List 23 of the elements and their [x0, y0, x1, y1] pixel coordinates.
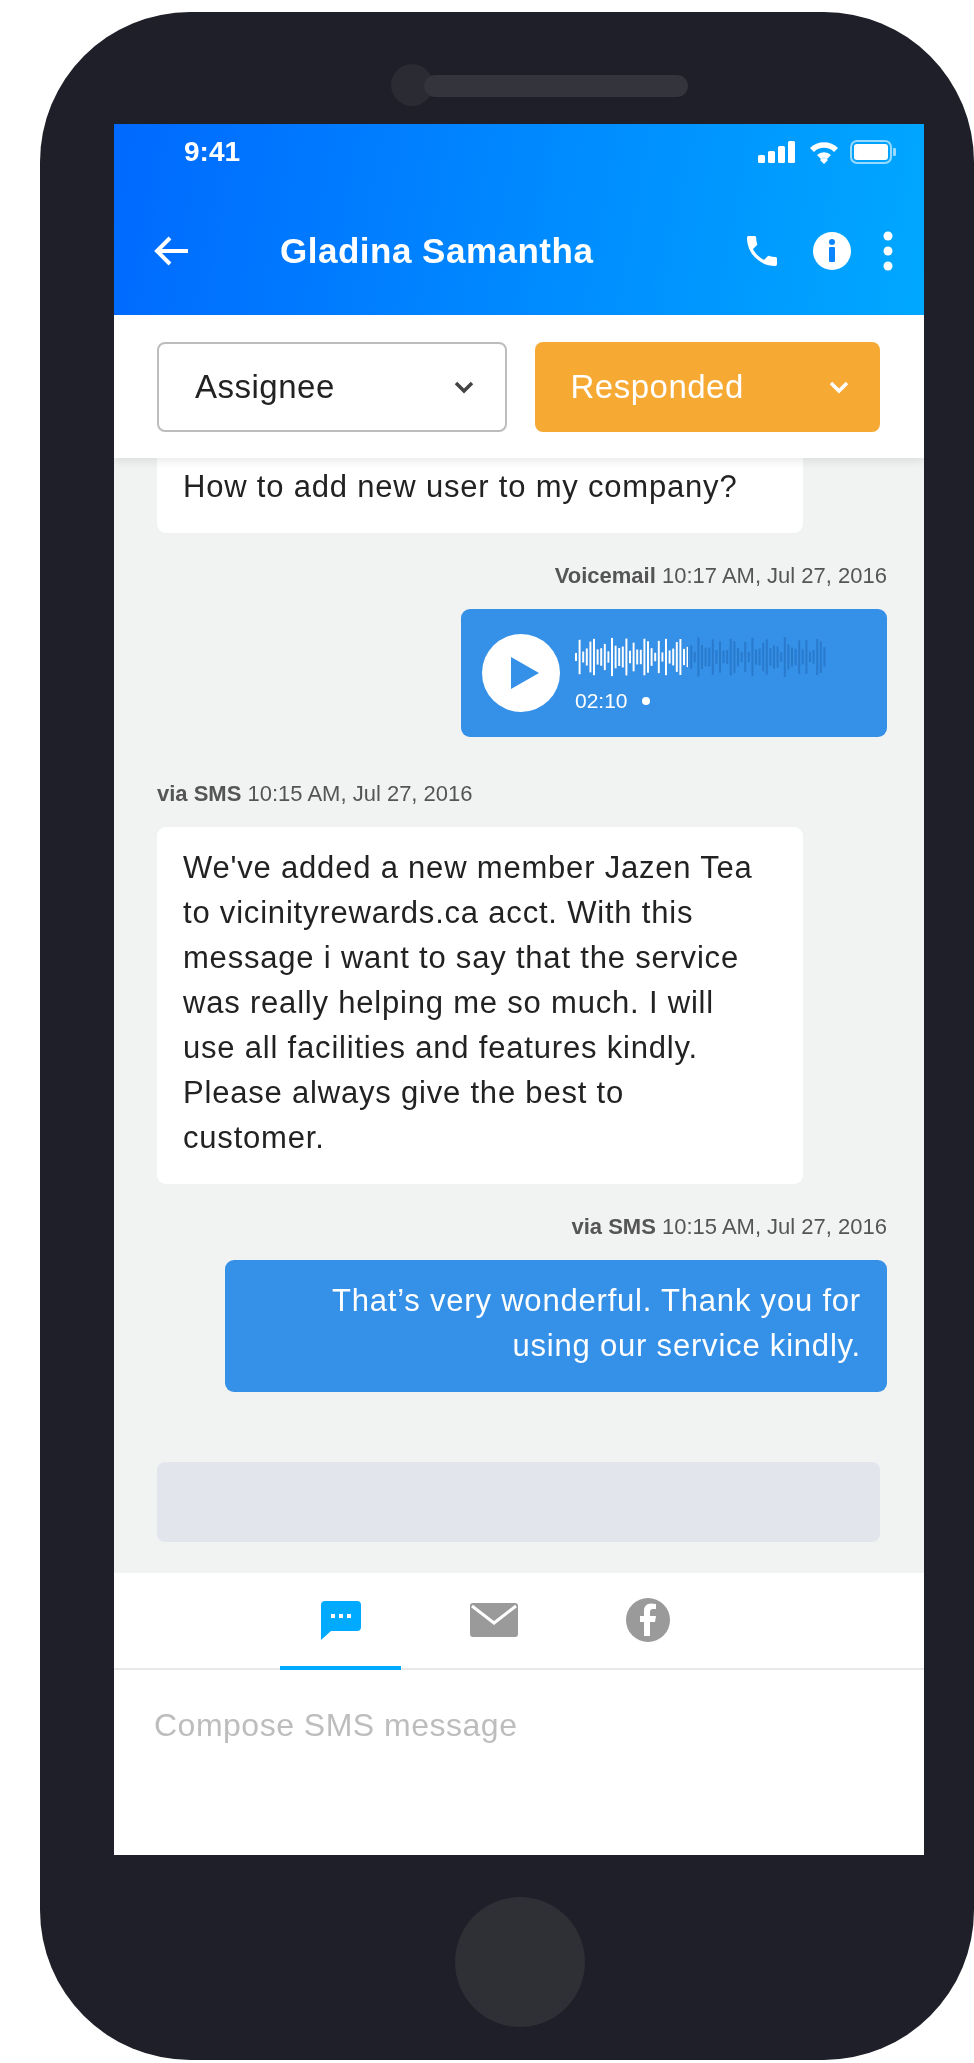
chevron-down-icon: [828, 379, 850, 394]
play-icon[interactable]: [481, 633, 561, 713]
battery-icon: [850, 140, 896, 164]
voicemail-duration: 02:10: [575, 689, 628, 713]
status-dot: [641, 697, 650, 705]
envelope-icon: [469, 1601, 519, 1638]
dropdown-button[interactable]: Assignee: [157, 341, 507, 432]
compose-field[interactable]: Compose SMS message: [152, 1706, 890, 1745]
info-icon[interactable]: [812, 231, 852, 271]
message-meta: Voicemail 10:17 AM, Jul 27, 2016: [553, 563, 887, 589]
more-options-icon[interactable]: [882, 231, 894, 271]
contact-name: Gladina Samantha: [280, 231, 595, 271]
message-meta: via SMS 10:15 AM, Jul 27, 2016: [570, 1214, 887, 1240]
message-meta: via SMS 10:15 AM, Jul 27, 2016: [157, 781, 474, 807]
signal-icon: [758, 141, 798, 163]
message-bubble: That’s very wonderful. Thank you for using our service kindly.: [225, 1260, 887, 1392]
wifi-icon: [808, 140, 840, 164]
back-arrow-icon[interactable]: [154, 235, 190, 267]
facebook-icon: [625, 1596, 671, 1643]
message-bubble: How to add new user to my company?: [157, 458, 803, 533]
status-time: 9:41: [184, 136, 241, 168]
message-bubble: We've added a new member Jazen Tea to vicinityrewards.ca acct. With this message i want to say that the service was really helping me so much. I will use all facilities and features kindly. Please always give the best to customer.: [157, 827, 803, 1184]
chevron-down-icon: [452, 379, 475, 394]
